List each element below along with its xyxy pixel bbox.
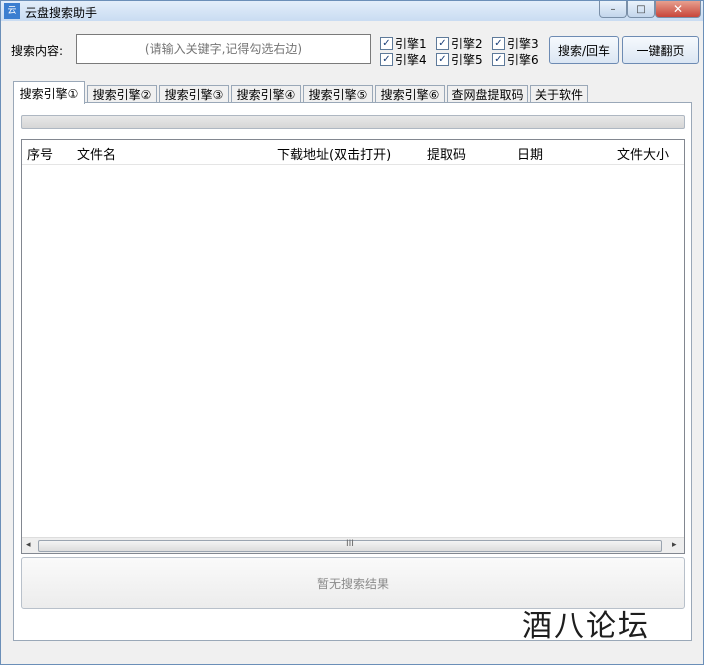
engine-4-checkbox[interactable]: ✓ 引擎4 bbox=[380, 51, 427, 68]
list-header: 序号 文件名 下载地址(双击打开) 提取码 日期 文件大小 bbox=[22, 140, 684, 165]
window-title: 云盘搜索助手 bbox=[25, 6, 98, 20]
checkbox-check-icon: ✓ bbox=[492, 53, 505, 66]
progress-bar bbox=[21, 115, 685, 129]
results-list[interactable]: 序号 文件名 下载地址(双击打开) 提取码 日期 文件大小 ◂ III ▸ bbox=[21, 139, 685, 554]
tab-engine-1[interactable]: 搜索引擎① bbox=[13, 81, 85, 104]
close-icon: ✕ bbox=[672, 2, 684, 16]
tab-panel: 序号 文件名 下载地址(双击打开) 提取码 日期 文件大小 ◂ III ▸ 暂无… bbox=[13, 102, 692, 641]
watermark-text: 酒八论坛 bbox=[522, 609, 650, 644]
engine-3-checkbox[interactable]: ✓ 引擎3 bbox=[492, 35, 539, 52]
checkbox-check-icon: ✓ bbox=[492, 37, 505, 50]
tab-engine-5[interactable]: 搜索引擎⑤ bbox=[303, 85, 373, 103]
engine-2-label: 引擎2 bbox=[451, 37, 483, 51]
tab-engine-2[interactable]: 搜索引擎② bbox=[87, 85, 157, 103]
col-header-download-url[interactable]: 下载地址(双击打开) bbox=[277, 144, 391, 163]
col-header-extract-code[interactable]: 提取码 bbox=[427, 144, 466, 163]
tab-extract-code[interactable]: 查网盘提取码 bbox=[447, 85, 528, 103]
maximize-button[interactable]: □ bbox=[627, 1, 655, 18]
app-icon: 云 bbox=[4, 3, 20, 19]
title-bar[interactable]: 云 云盘搜索助手 – □ ✕ bbox=[1, 1, 703, 21]
search-input[interactable] bbox=[76, 34, 371, 64]
search-button[interactable]: 搜索/回车 bbox=[549, 36, 619, 64]
tab-engine-3[interactable]: 搜索引擎③ bbox=[159, 85, 229, 103]
engine-3-label: 引擎3 bbox=[507, 37, 539, 51]
checkbox-check-icon: ✓ bbox=[436, 53, 449, 66]
checkbox-check-icon: ✓ bbox=[436, 37, 449, 50]
close-button[interactable]: ✕ bbox=[655, 1, 701, 18]
tab-engine-4[interactable]: 搜索引擎④ bbox=[231, 85, 301, 103]
search-label: 搜索内容: bbox=[11, 44, 64, 58]
engine-5-checkbox[interactable]: ✓ 引擎5 bbox=[436, 51, 483, 68]
checkbox-check-icon: ✓ bbox=[380, 53, 393, 66]
col-header-date[interactable]: 日期 bbox=[517, 144, 543, 163]
scroll-right-icon[interactable]: ▸ bbox=[672, 540, 677, 550]
status-text: 暂无搜索结果 bbox=[316, 576, 389, 591]
engine-6-label: 引擎6 bbox=[507, 53, 539, 67]
engine-1-checkbox[interactable]: ✓ 引擎1 bbox=[380, 35, 427, 52]
next-page-button[interactable]: 一键翻页 bbox=[622, 36, 699, 64]
engine-4-label: 引擎4 bbox=[395, 53, 427, 67]
tab-engine-6[interactable]: 搜索引擎⑥ bbox=[375, 85, 445, 103]
scroll-grip-icon: III bbox=[346, 539, 354, 549]
engine-1-label: 引擎1 bbox=[395, 37, 427, 51]
col-header-filename[interactable]: 文件名 bbox=[77, 144, 116, 163]
horizontal-scrollbar[interactable]: ◂ III ▸ bbox=[22, 537, 684, 553]
scroll-left-icon[interactable]: ◂ bbox=[26, 540, 31, 550]
col-header-index[interactable]: 序号 bbox=[27, 144, 53, 163]
tab-about[interactable]: 关于软件 bbox=[530, 85, 588, 103]
engine-6-checkbox[interactable]: ✓ 引擎6 bbox=[492, 51, 539, 68]
maximize-icon: □ bbox=[636, 3, 646, 15]
scroll-thumb[interactable]: III bbox=[38, 539, 662, 552]
col-header-file-size[interactable]: 文件大小 bbox=[617, 144, 669, 163]
checkbox-check-icon: ✓ bbox=[380, 37, 393, 50]
minimize-button[interactable]: – bbox=[599, 1, 627, 18]
app-window: 云 云盘搜索助手 – □ ✕ 搜索内容: ✓ 引擎1 ✓ 引擎2 ✓ 引擎3 ✓… bbox=[0, 0, 704, 665]
engine-2-checkbox[interactable]: ✓ 引擎2 bbox=[436, 35, 483, 52]
minimize-icon: – bbox=[610, 3, 616, 15]
engine-5-label: 引擎5 bbox=[451, 53, 483, 67]
